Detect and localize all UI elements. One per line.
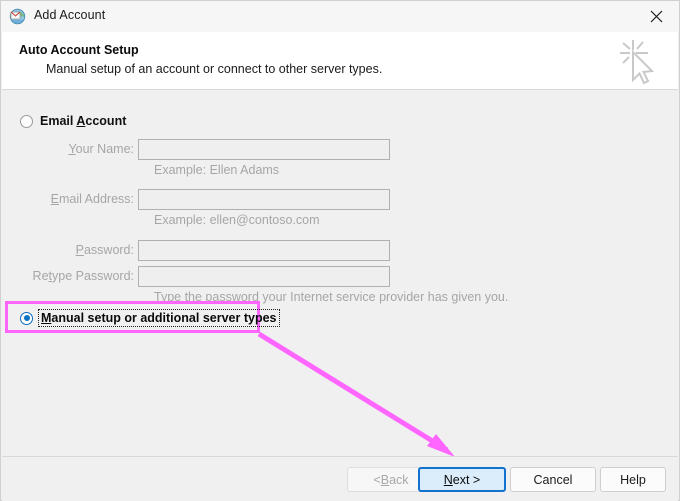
accelerator-letter: Y — [68, 142, 76, 156]
accelerator-letter: E — [50, 192, 59, 206]
add-account-dialog: Add Account Auto Account Setup Manual se… — [0, 0, 680, 501]
radio-manual-setup-mark — [20, 311, 33, 325]
email-address-label: Email Address: — [50, 192, 134, 206]
page-title: Auto Account Setup — [19, 43, 139, 57]
help-button[interactable]: Help — [600, 467, 666, 492]
password-label: Password: — [75, 243, 134, 257]
radio-email-account[interactable]: Email Account — [20, 114, 126, 128]
accelerator-letter: t — [48, 269, 53, 283]
radio-email-account-label: Email Account — [40, 114, 127, 128]
radio-manual-setup[interactable]: Manual setup or additional server types — [20, 309, 280, 327]
radio-manual-setup-label: Manual setup or additional server types — [38, 309, 280, 327]
close-button[interactable] — [633, 1, 679, 32]
accelerator-letter: P — [75, 243, 84, 257]
password-input[interactable] — [138, 240, 390, 261]
title-bar: Add Account — [1, 1, 679, 33]
retype-password-label: Retype Password: — [32, 269, 134, 283]
accelerator-letter: A — [76, 114, 86, 128]
email-address-hint: Example: ellen@contoso.com — [154, 213, 320, 227]
your-name-label: Your Name: — [68, 142, 134, 156]
accelerator-letter: N — [443, 472, 453, 487]
dialog-header: Auto Account Setup Manual setup of an ac… — [2, 32, 678, 90]
cancel-button[interactable]: Cancel — [510, 467, 596, 492]
next-button[interactable]: Next > — [418, 467, 506, 492]
close-icon — [650, 10, 663, 23]
accelerator-letter: M — [41, 311, 52, 325]
dialog-footer: < Back Next > Cancel Help — [2, 456, 678, 501]
radio-email-account-mark — [20, 114, 33, 128]
page-subtitle: Manual setup of an account or connect to… — [46, 62, 383, 76]
window-title: Add Account — [34, 8, 106, 22]
your-name-input[interactable] — [138, 139, 390, 160]
retype-password-input[interactable] — [138, 266, 390, 287]
globe-envelope-icon — [9, 8, 26, 25]
accelerator-letter: B — [380, 472, 390, 487]
dialog-body: Email Account Your Name: Example: Ellen … — [2, 90, 678, 456]
email-address-input[interactable] — [138, 189, 390, 210]
cursor-sparkle-icon — [612, 36, 664, 86]
your-name-hint: Example: Ellen Adams — [154, 163, 280, 177]
